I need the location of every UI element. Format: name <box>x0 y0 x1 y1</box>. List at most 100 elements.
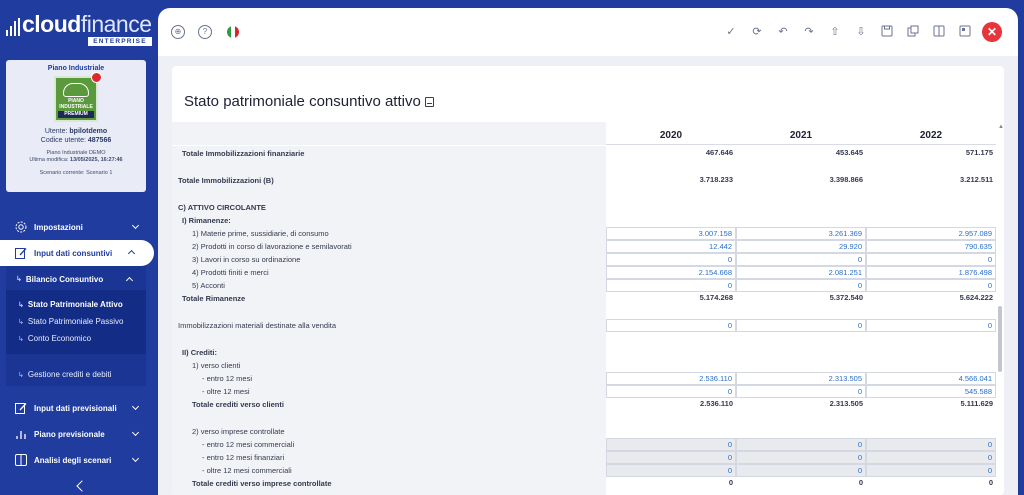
value-input[interactable]: 0 <box>866 253 996 266</box>
brand-logo[interactable]: cloudfinance ENTERPRISE <box>6 10 156 46</box>
menu-analisi-scenari[interactable]: Analisi degli scenari <box>0 447 158 473</box>
value-input[interactable]: 0 <box>866 464 996 477</box>
value-cell: 2.313.505 <box>829 399 863 408</box>
value-input[interactable]: 790.635 <box>866 240 996 253</box>
scroll-up-icon[interactable]: ▲ <box>998 124 1004 130</box>
value-input[interactable]: 0 <box>736 438 866 451</box>
badge-flag-icon <box>91 72 102 83</box>
year-header: 2021 <box>789 130 813 141</box>
main-menu: Impostazioni Input dati consuntivi <box>0 214 158 266</box>
value-input[interactable]: 12.442 <box>606 240 736 253</box>
value-input[interactable]: 0 <box>606 464 736 477</box>
menu-label: Stato Patrimoniale Attivo <box>27 300 123 309</box>
value-input[interactable]: 0 <box>606 279 736 292</box>
value-input[interactable]: 0 <box>866 438 996 451</box>
table-body: Totale Immobilizzazioni finanziarie 467.6… <box>172 146 996 495</box>
value-input[interactable]: 0 <box>736 464 866 477</box>
value-input[interactable]: 0 <box>606 451 736 464</box>
submenu-bilancio-items: ↳ Stato Patrimoniale Attivo ↳ Stato Patrim… <box>6 290 146 354</box>
table-row: I) Rimanenze: <box>172 214 996 227</box>
value-input[interactable]: 0 <box>736 451 866 464</box>
value-input[interactable]: 0 <box>606 319 736 332</box>
menu-label: Bilancio Consuntivo <box>25 274 104 284</box>
upload-icon[interactable]: ⇧ <box>828 25 842 39</box>
content-card: Stato patrimoniale consuntivo attivo 202… <box>172 66 1004 495</box>
chevron-down-icon <box>131 221 140 230</box>
bar-chart-icon <box>16 431 26 439</box>
topbar: ⊕ ? ✓ ⟳ ↶ ↷ ⇧ ⇩ ✕ <box>158 8 1018 56</box>
menu-input-previsionali[interactable]: Input dati previsionali <box>0 395 158 421</box>
value-input[interactable]: 2.154.668 <box>606 266 736 279</box>
value-input[interactable]: 0 <box>866 319 996 332</box>
value-cell: 2.536.110 <box>700 399 733 408</box>
table-row: Totale crediti verso imprese controllate… <box>172 477 996 490</box>
download-icon[interactable]: ⇩ <box>854 25 868 39</box>
menu-impostazioni[interactable]: Impostazioni <box>0 214 158 240</box>
table-row: Totale Rimanenze 5.174.268 5.372.540 5.624.… <box>172 292 996 305</box>
panel-icon[interactable] <box>958 25 972 39</box>
value-input[interactable]: 0 <box>736 319 866 332</box>
profile-card: Piano Industriale PIANO INDUSTRIALE PREM… <box>6 60 146 192</box>
chevron-up-icon <box>125 276 134 285</box>
value-input[interactable]: 0 <box>736 253 866 266</box>
value-input[interactable]: 2.957.089 <box>866 227 996 240</box>
value-cell <box>736 359 866 372</box>
value-input[interactable]: 0 <box>606 438 736 451</box>
help-icon[interactable]: ? <box>198 25 212 39</box>
value-input[interactable]: 2.536.110 <box>606 372 736 385</box>
menu-bilancio-consuntivo[interactable]: ↳ Bilancio Consuntivo <box>6 266 146 292</box>
table-row: 3) Lavori in corso su ordinazione 0 0 0 <box>172 253 996 266</box>
table-row: 2) Prodotti in corso di lavorazione e se… <box>172 240 996 253</box>
undo-icon[interactable]: ↶ <box>776 25 790 39</box>
redo-icon[interactable]: ↷ <box>802 25 816 39</box>
value-cell <box>866 214 996 227</box>
columns-icon[interactable] <box>932 25 946 39</box>
menu-conto-economico[interactable]: ↳ Conto Economico <box>6 330 146 347</box>
value-input[interactable]: 0 <box>606 385 736 398</box>
copy-icon[interactable] <box>906 25 920 39</box>
menu-input-consuntivi[interactable]: Input dati consuntivi <box>0 240 154 266</box>
check-icon[interactable]: ✓ <box>724 25 738 39</box>
book-icon[interactable] <box>424 97 434 107</box>
plan-name: Piano Industriale DEMO <box>46 150 106 156</box>
close-icon[interactable]: ✕ <box>982 22 1002 42</box>
menu-sp-passivo[interactable]: ↳ Stato Patrimoniale Passivo <box>6 313 146 330</box>
sub-arrow-icon: ↳ <box>18 301 24 309</box>
value-cell <box>866 201 996 214</box>
value-input[interactable]: 2.313.505 <box>736 372 866 385</box>
year-header: 2022 <box>919 130 943 141</box>
value-input[interactable]: 3.261.369 <box>736 227 866 240</box>
value-input[interactable]: 0 <box>866 451 996 464</box>
save-icon[interactable] <box>880 25 894 39</box>
table-row: Totale Immobilizzazioni (B) 3.718.233 3.39… <box>172 174 996 187</box>
italy-flag-icon[interactable] <box>227 26 239 38</box>
value-input[interactable]: 0 <box>736 385 866 398</box>
sub-arrow-icon: ↳ <box>18 318 24 326</box>
menu-label: Gestione crediti e debiti <box>27 370 112 379</box>
table-row: 1) verso clienti <box>172 359 996 372</box>
row-label: 2) verso imprese controllate <box>192 427 285 436</box>
value-cell <box>736 201 866 214</box>
table-row: C) ATTIVO CIRCOLANTE <box>172 201 996 214</box>
value-input[interactable]: 4.566.041 <box>866 372 996 385</box>
collapse-sidebar-icon[interactable] <box>76 480 88 492</box>
row-label: Totale Immobilizzazioni (B) <box>178 176 274 185</box>
value-input[interactable]: 29.920 <box>736 240 866 253</box>
value-cell <box>606 201 736 214</box>
menu-gestione-crediti[interactable]: ↳ Gestione crediti e debiti <box>6 366 146 383</box>
lifebuoy-icon[interactable]: ⊕ <box>171 25 185 39</box>
menu-piano-previsionale[interactable]: Piano previsionale <box>0 421 158 447</box>
refresh-icon[interactable]: ⟳ <box>750 25 764 39</box>
menu-sp-attivo[interactable]: ↳ Stato Patrimoniale Attivo <box>6 296 146 313</box>
scrollbar-thumb[interactable] <box>998 306 1002 372</box>
value-input[interactable]: 545.588 <box>866 385 996 398</box>
value-input[interactable]: 2.081.251 <box>736 266 866 279</box>
value-input[interactable]: 0 <box>606 253 736 266</box>
value-cell <box>606 214 736 227</box>
value-input[interactable]: 1.876.498 <box>866 266 996 279</box>
value-input[interactable]: 3.007.158 <box>606 227 736 240</box>
row-label: - entro 12 mesi finanziari <box>202 453 285 462</box>
page-title-text: Stato patrimoniale consuntivo attivo <box>184 93 421 110</box>
value-input[interactable]: 0 <box>736 279 866 292</box>
value-input[interactable]: 0 <box>866 279 996 292</box>
